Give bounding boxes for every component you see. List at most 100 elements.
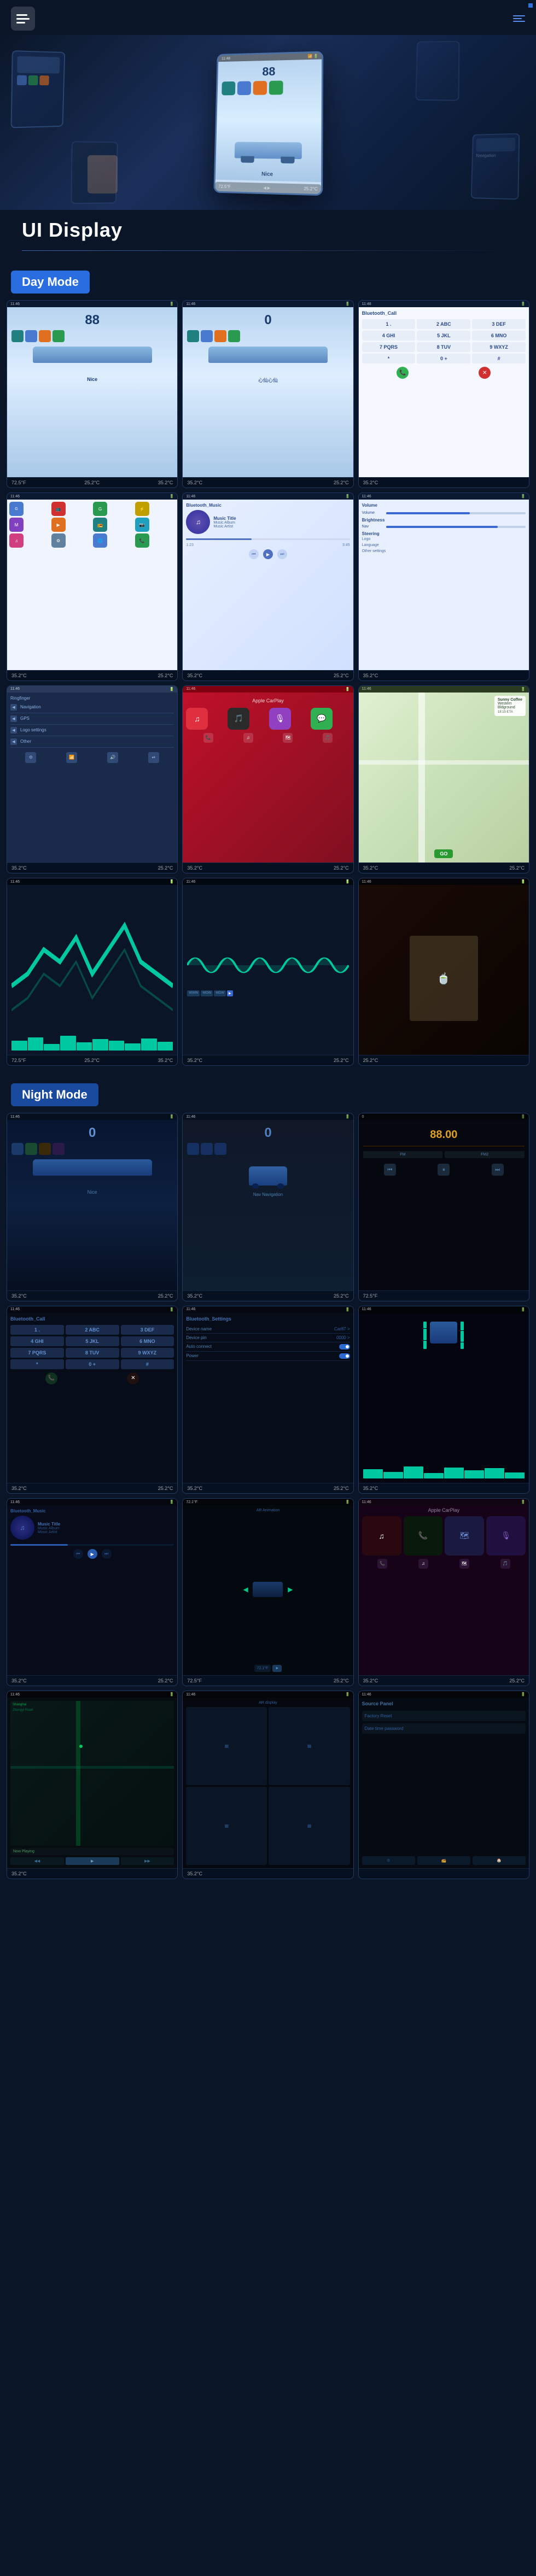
nav-item-3: ◀ Logo settings [10, 725, 174, 736]
day-eq-display [7, 885, 177, 1055]
night-bt-music-display: Bluetooth_Music ♫ Music Title Music Albu… [7, 1505, 177, 1675]
day-screen-settings: 11:46🔋 Volume Volume Brightness Nav [358, 492, 529, 680]
volume-slider: Volume [362, 511, 526, 515]
day-home-2-info: 35.2°C 25.2°C [183, 477, 353, 488]
bt-call-title: Bluetooth_Call [362, 310, 526, 316]
day-music-display: Bluetooth_Music ♫ Music Title Music Albu… [183, 500, 353, 670]
night-screen-ar2: 11:46🔋 AR display ▦ ▦ ▦ ▦ 35.2°C [182, 1691, 353, 1879]
day-waveform-display: WWW WOW WDW ▶ [183, 885, 353, 1055]
night-screen-panel: 11:46🔋 Source Panel Factory Reset Date t… [358, 1691, 529, 1879]
night-panel-display: Source Panel Factory Reset Date time pas… [359, 1698, 529, 1868]
night-mode-section-header: Night Mode [0, 1075, 536, 1113]
night-screen-bt-call: 11:46🔋 Bluetooth_Call 1 . 2 ABC 3 DEF 4 … [7, 1306, 178, 1494]
day-screen-carplay: 11:46🔋 Apple CarPlay ♫ 🎵 🎙 💬 📞 ♫ 🗺 🎵 35.… [182, 685, 353, 873]
night-screen-eq: 11:46🔋 [358, 1306, 529, 1494]
day-screen-home-1: 11:46🔋 88 Nice 72.5°F 25.2°C 35.2°C [7, 300, 178, 488]
day-screen-map: 11:46🔋 Sunny Coffee Western Bldground 18… [358, 685, 529, 873]
night-carplay-grid: ♫ 📞 🗺 🎙 [359, 1513, 529, 1559]
hero-person [88, 155, 118, 193]
night-home-display-1: 0 Nice [7, 1120, 177, 1290]
power-setting: Power [186, 1352, 349, 1361]
day-screen-video: 11:46🔋 🍵 25.2°C [358, 878, 529, 1066]
day-screen-apps: 11:46🔋 G 📺 G ⚡ M ▶ 📻 📷 ♫ ⚙ 🌐 📞 35.2°C 25… [7, 492, 178, 680]
map-go-button[interactable]: GO [434, 849, 453, 858]
day-mode-section-header: Day Mode [0, 262, 536, 300]
auto-connect-toggle[interactable] [339, 1344, 350, 1349]
carplay-app-podcast: 🎙 [269, 708, 291, 730]
night-home-display-2: 0 Nav Navigation [183, 1120, 353, 1290]
day-screen-home-2: 11:46🔋 0 心仙心仙 35.2°C 25.2°C [182, 300, 353, 488]
night-screen-radio: 0🔋 88.00 FM FM2 ⏮ ⏸ ⏭ [358, 1113, 529, 1301]
night-screen-bt-settings: 11:46🔋 Bluetooth_Settings Device name Ca… [182, 1306, 353, 1494]
power-toggle[interactable] [339, 1353, 350, 1359]
brightness-slider: Nav [362, 525, 526, 529]
map-content: Sunny Coffee Western Bldground 18:15 ETA… [359, 693, 529, 862]
auto-connect-setting: Auto connect [186, 1342, 349, 1352]
day-mode-screens-grid: 11:46🔋 88 Nice 72.5°F 25.2°C 35.2°C [0, 300, 536, 1075]
temp-2: 25.2°C [84, 480, 100, 485]
day-screen-music: 11:46🔋 Bluetooth_Music ♫ Music Title Mus… [182, 492, 353, 680]
night-cp-podcast: 🎙 [486, 1516, 526, 1556]
day-apps-display: G 📺 G ⚡ M ▶ 📻 📷 ♫ ⚙ 🌐 📞 [7, 500, 177, 670]
page-title: UI Display [11, 219, 525, 250]
day-mode-badge: Day Mode [11, 271, 90, 294]
night-carplay-display: Apple CarPlay ♫ 📞 🗺 🎙 📞 ♫ 🗺 🎵 [359, 1505, 529, 1675]
carplay-app-dark: 🎵 [228, 708, 249, 730]
hero-number: 88 [218, 63, 322, 79]
temp-3: 35.2°C [158, 480, 173, 485]
night-bt-call-display: Bluetooth_Call 1 . 2 ABC 3 DEF 4 GHI 5 J… [7, 1313, 177, 1483]
night-mode-badge: Night Mode [11, 1083, 98, 1106]
night-ar2-display: AR display ▦ ▦ ▦ ▦ [183, 1698, 353, 1868]
hero-left-device [11, 50, 66, 128]
night-ar-display: AR Animation ◀ ▶ 72.1°F ► [183, 1505, 353, 1675]
night-cp-music: ♫ [362, 1516, 401, 1556]
night-screen-home-1: 11:46🔋 0 Nice 35.2°C 25.2°C [7, 1113, 178, 1301]
title-divider [22, 250, 514, 251]
hero-car-label: Nice [261, 171, 273, 178]
nav-item-2: ◀ GPS [10, 713, 174, 725]
night-drive-display: Shanghai Zhongyi Road Now Playing ◀◀ ▶ ▶… [7, 1698, 177, 1868]
day-home-1-info: 72.5°F 25.2°C 35.2°C [7, 477, 177, 488]
hero-top-right-device [415, 41, 459, 101]
night-radio-display: 88.00 FM FM2 ⏮ ⏸ ⏭ [359, 1120, 529, 1290]
day-carplay-display: Apple CarPlay ♫ 🎵 🎙 💬 📞 ♫ 🗺 🎵 [183, 693, 353, 862]
carplay-apps-grid: ♫ 🎵 🎙 💬 [186, 708, 349, 730]
day-map-display: Sunny Coffee Western Bldground 18:15 ETA… [359, 693, 529, 862]
device-name-setting: Device name Car87 > [186, 1325, 349, 1334]
hero-main-device: 11:48 📶 🔋 88 [213, 51, 323, 196]
night-cp-maps: 🗺 [445, 1516, 484, 1556]
day-home-display-2: 0 心仙心仙 [183, 307, 353, 477]
day-bt-call-display: Bluetooth_Call 1 . 2 ABC 3 DEF 4 GHI 5 J… [359, 307, 529, 477]
nav-item-1: ◀ Navigation [10, 702, 174, 713]
night-cp-phone: 📞 [404, 1516, 443, 1556]
header [0, 0, 536, 35]
device-pin-setting: Device pin 0000 > [186, 1334, 349, 1342]
day-screen-bt-call: 11:48🔋 Bluetooth_Call 1 . 2 ABC 3 DEF 4 … [358, 300, 529, 488]
night-screen-ar: 72.1°F🔋 AR Animation ◀ ▶ 72.1°F ► [182, 1498, 353, 1686]
day-screen-eq: 11:46🔋 [7, 878, 178, 1066]
night-bt-settings-display: Bluetooth_Settings Device name Car87 > D… [183, 1313, 353, 1483]
keypad: 1 . 2 ABC 3 DEF 4 GHI 5 JKL 6 MNO 7 PQRS… [362, 319, 526, 363]
day-screen-waveform: 11:46🔋 WWW WOW WDW ▶ 35.2°C 25.2°C [182, 878, 353, 1066]
hero-temp-left: 72.5°F [218, 184, 231, 190]
carplay-app-music: ♫ [186, 708, 208, 730]
night-eq-display [359, 1313, 529, 1483]
day-home-display-1: 88 Nice [7, 307, 177, 477]
night-screen-home-2: 11:46🔋 0 Nav Navigation 35.2°C 25.2°C [182, 1113, 353, 1301]
night-screen-drive: 11:46🔋 Shanghai Zhongyi Road Now Playing [7, 1691, 178, 1879]
nav-lines-icon[interactable] [513, 15, 525, 22]
night-mode-screens-grid: 11:46🔋 0 Nice 35.2°C 25.2°C 11:46🔋 [0, 1113, 536, 1887]
hero-section: Navigation 11:48 📶 🔋 88 [0, 35, 536, 210]
nav-item-4: ◀ Other [10, 736, 174, 748]
temp-1: 72.5°F [11, 480, 26, 485]
bottom-spacer [0, 1888, 536, 1910]
night-screen-carplay: 11:46🔋 Apple CarPlay ♫ 📞 🗺 🎙 📞 ♫ 🗺 🎵 35.… [358, 1498, 529, 1686]
menu-button[interactable] [11, 7, 35, 31]
day-settings-display: Volume Volume Brightness Nav Steering Lo… [359, 500, 529, 670]
night-screen-bt-music: 11:46🔋 Bluetooth_Music ♫ Music Title Mus… [7, 1498, 178, 1686]
page-title-section: UI Display [0, 210, 536, 251]
night-keypad: 1 . 2 ABC 3 DEF 4 GHI 5 JKL 6 MNO 7 PQRS… [10, 1325, 174, 1369]
carplay-app-messages: 💬 [311, 708, 333, 730]
hero-right-device: Navigation [471, 133, 520, 200]
day-nav-display: Ringfinger ◀ Navigation ◀ GPS ◀ Logo set… [7, 693, 177, 862]
